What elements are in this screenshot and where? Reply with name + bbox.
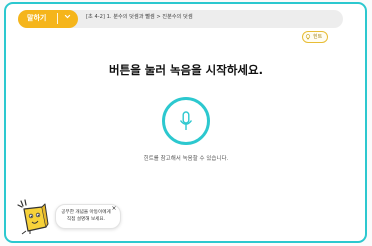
mode-label: 말하기 [27, 14, 47, 22]
instruction-text: 힌트를 참고해서 녹음할 수 있습니다. [143, 156, 229, 162]
assistant-message: 공부한 개념을 아동이에게 직접 설명해 보세요. [61, 210, 111, 222]
breadcrumb: [초 4-2] 1. 분수의 덧셈과 뺄셈 > 진분수의 덧셈 [86, 14, 193, 20]
character-icon [17, 199, 49, 235]
close-icon[interactable]: × [110, 205, 118, 213]
page-title: 버튼을 눌러 녹음을 시작하세요. [109, 63, 263, 77]
microphone-icon [179, 111, 193, 130]
hint-label: 힌트 [313, 34, 323, 40]
mode-divider [57, 13, 58, 24]
chevron-down-icon[interactable] [64, 13, 71, 22]
lightbulb-icon [305, 33, 311, 39]
